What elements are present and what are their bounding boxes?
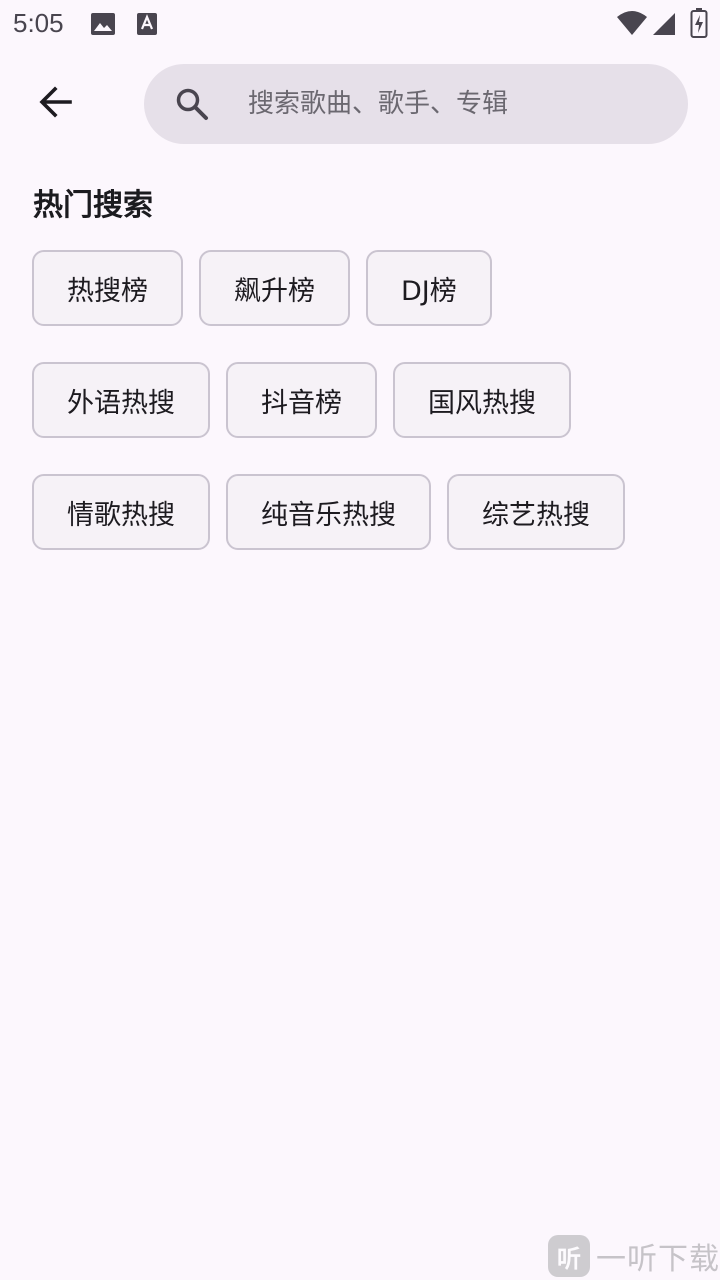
status-bar: 5:05 — [0, 0, 720, 48]
watermark: 听 一听下载 — [548, 1232, 720, 1280]
arrow-left-icon — [38, 84, 74, 124]
hot-search-title: 热门搜索 — [33, 188, 153, 223]
chip-variety[interactable]: 综艺热搜 — [447, 474, 625, 550]
chip-dj[interactable]: DJ榜 — [366, 250, 492, 326]
chip-love-songs[interactable]: 情歌热搜 — [32, 474, 210, 550]
signal-icon — [652, 12, 676, 40]
chip-douyin[interactable]: 抖音榜 — [226, 362, 377, 438]
font-download-icon — [136, 12, 158, 40]
search-icon[interactable] — [174, 86, 210, 122]
wifi-icon — [616, 10, 648, 40]
chip-foreign[interactable]: 外语热搜 — [32, 362, 210, 438]
hot-search-chips: 热搜榜 飙升榜 DJ榜 外语热搜 抖音榜 国风热搜 情歌热搜 纯音乐热搜 综艺热… — [32, 250, 692, 586]
status-time: 5:05 — [13, 8, 64, 38]
chip-instrumental[interactable]: 纯音乐热搜 — [226, 474, 431, 550]
watermark-logo: 听 — [548, 1235, 590, 1277]
image-icon — [90, 12, 116, 40]
chip-guofeng[interactable]: 国风热搜 — [393, 362, 571, 438]
chip-row: 热搜榜 飙升榜 DJ榜 — [32, 250, 692, 326]
chip-hot-search[interactable]: 热搜榜 — [32, 250, 183, 326]
watermark-text: 一听下载 — [596, 1242, 720, 1277]
chip-row: 情歌热搜 纯音乐热搜 综艺热搜 — [32, 474, 692, 550]
search-bar[interactable] — [144, 64, 688, 144]
battery-charging-icon — [690, 8, 708, 42]
search-screen: 5:05 搜索歌曲、歌手、专辑 热门搜索 热搜榜 飙升榜 DJ榜 外语热搜 抖音… — [0, 0, 720, 1280]
chip-rising[interactable]: 飙升榜 — [199, 250, 350, 326]
chip-row: 外语热搜 抖音榜 国风热搜 — [32, 362, 692, 438]
search-input[interactable] — [248, 89, 648, 119]
back-button[interactable] — [24, 72, 88, 136]
